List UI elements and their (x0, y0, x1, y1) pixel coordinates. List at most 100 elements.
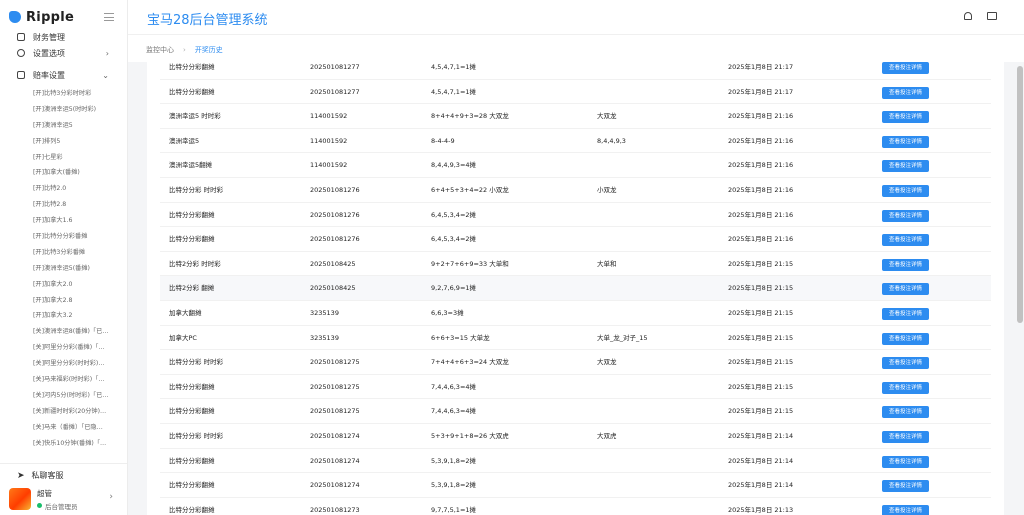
view-bet-details-button[interactable]: 查看投注详情 (882, 234, 929, 247)
game-name-cell: 澳洲幸运5 (169, 136, 200, 145)
scrollbar-thumb[interactable] (1017, 66, 1023, 323)
draw-time-cell: 2025年1月8日 21:17 (728, 87, 794, 96)
sidebar-subitem[interactable]: [开]加拿大2.8 (0, 293, 118, 309)
view-bet-details-button[interactable]: 查看投注详情 (882, 209, 929, 222)
draw-time-cell: 2025年1月8日 21:15 (728, 259, 794, 268)
sidebar-subitem[interactable]: [关]马来（番摊）「已隐… (0, 420, 118, 436)
issue-number-cell: 3235139 (310, 309, 339, 317)
sidebar-subitem[interactable]: [开]排列5 (0, 134, 118, 150)
issue-number-cell: 202501081274 (310, 432, 360, 440)
sidebar-subitem[interactable]: [关]阿里分分彩(番摊)「… (0, 340, 118, 356)
chevron-right-icon: › (105, 48, 109, 58)
view-bet-details-button[interactable]: 查看投注详情 (882, 431, 929, 443)
sidebar-subitem[interactable]: [开]加拿大(番摊) (0, 165, 118, 181)
view-bet-details-button[interactable]: 查看投注详情 (882, 504, 929, 515)
menu-collapse-icon[interactable] (104, 13, 114, 21)
sidebar-subitem[interactable]: [开]加拿大3.2 (0, 308, 118, 324)
sidebar-item-odds[interactable]: 赔率设置 ⌄ (0, 64, 127, 86)
table-row: 澳洲幸运5 时时彩 114001592 8+4+4+9+3=28 大双龙 大双龙 202… (160, 104, 991, 129)
table-row: 比特分分彩翻摊 202501081276 6,4,5,3,4=2摊 2025年1月8日… (160, 203, 991, 228)
sidebar-item-finance[interactable]: 财务管理 (0, 32, 127, 42)
draw-time-cell: 2025年1月8日 21:16 (728, 186, 794, 194)
table-row: 比特分分彩翻摊 202501081274 5,3,9,1,8=2摊 2025年1月8日… (160, 449, 991, 474)
sidebar-subitem[interactable]: [关]河内5分(时时彩)「已… (0, 388, 118, 404)
result-cell: 6+6+3=15 大单龙 (431, 333, 490, 342)
view-bet-details-button[interactable]: 查看投注详情 (882, 185, 929, 197)
view-bet-details-button[interactable]: 查看投注详情 (882, 86, 929, 99)
send-icon: ➤ (17, 470, 25, 481)
sidebar-subitem[interactable]: [开]澳洲幸运5(番摊) (0, 261, 118, 277)
page-scrollbar[interactable] (1016, 62, 1024, 515)
table-row: 比特分分彩翻摊 202501081276 6,4,5,3,4=2摊 2025年1月8日… (160, 227, 991, 252)
view-bet-details-button[interactable]: 查看投注详情 (882, 111, 929, 124)
sidebar-subitem[interactable]: [关]新疆时时彩(20分钟)… (0, 404, 118, 420)
view-bet-details-button[interactable]: 查看投注详情 (882, 135, 929, 148)
sidebar-subitem[interactable]: [开]比特2.8 (0, 197, 118, 213)
wallet-icon (17, 33, 25, 41)
result-cell: 4,5,4,7,1=1摊 (431, 63, 477, 71)
result-tag-cell: 8,4,4,9,3 (597, 136, 626, 145)
game-name-cell: 比特分分彩翻摊 (169, 210, 215, 219)
sidebar-subitem[interactable]: [开]加拿大2.0 (0, 277, 118, 293)
message-icon[interactable] (987, 12, 997, 20)
avatar (9, 488, 31, 510)
sidebar-subitem[interactable]: [关]快乐10分钟(番摊)「… (0, 436, 118, 452)
draw-time-cell: 2025年1月8日 21:17 (728, 63, 794, 71)
page-title: 宝马28后台管理系统 (147, 13, 268, 28)
result-cell: 7,4,4,6,3=4摊 (431, 407, 477, 416)
game-name-cell: 比特2分彩 时时彩 (169, 259, 221, 268)
sidebar-subitem[interactable]: [开]比特2.0 (0, 181, 118, 197)
sidebar-item-private-chat[interactable]: ➤ 私聊客服 (17, 470, 64, 481)
user-profile[interactable]: 超管 后台管理员 › (9, 486, 121, 512)
view-bet-details-button[interactable]: 查看投注详情 (882, 308, 929, 320)
draw-time-cell: 2025年1月8日 21:15 (728, 358, 794, 367)
view-bet-details-button[interactable]: 查看投注详情 (882, 160, 929, 173)
sidebar-item-label: 设置选项 (33, 48, 65, 58)
view-bet-details-button[interactable]: 查看投注详情 (882, 480, 929, 493)
top-header: 宝马28后台管理系统 (128, 0, 1024, 34)
issue-number-cell: 202501081276 (310, 210, 360, 219)
sidebar-subitem[interactable]: [开]加拿大1.6 (0, 213, 118, 229)
game-name-cell: 比特分分彩 时时彩 (169, 186, 224, 194)
view-bet-details-button[interactable]: 查看投注详情 (882, 283, 929, 296)
table-row: 比特2分彩 翻摊 20250108425 9,2,7,6,9=1摊 2025年1月8日… (160, 276, 991, 301)
sidebar-subitem[interactable]: [开]比特3分彩时时彩 (0, 86, 118, 102)
draw-time-cell: 2025年1月8日 21:16 (728, 235, 794, 244)
breadcrumb-current: 开奖历史 (194, 46, 223, 54)
sidebar-subitem[interactable]: [开]澳洲幸运5(时时彩) (0, 102, 118, 118)
view-bet-details-button[interactable]: 查看投注详情 (882, 357, 929, 370)
draw-history-table: 比特分分彩翻摊 202501081277 4,5,4,7,1=1摊 2025年1月8日… (147, 62, 1004, 515)
game-name-cell: 比特分分彩翻摊 (169, 481, 215, 490)
draw-time-cell: 2025年1月8日 21:15 (728, 382, 794, 391)
breadcrumb-bar: 监控中心 › 开奖历史 (128, 34, 1024, 62)
draw-time-cell: 2025年1月8日 21:16 (728, 210, 794, 219)
logo-text: Ripple (26, 9, 75, 25)
sidebar-item-settings[interactable]: 设置选项 › (0, 42, 127, 64)
issue-number-cell: 202501081277 (310, 63, 360, 71)
bell-icon[interactable] (964, 12, 972, 20)
sidebar-subitem[interactable]: [关]阿里分分彩(时时彩)… (0, 356, 118, 372)
view-bet-details-button[interactable]: 查看投注详情 (882, 381, 929, 394)
sidebar-subitem[interactable]: [关]澳洲幸运8(番摊)「已… (0, 324, 118, 340)
result-cell: 8+4+4+9+3=28 大双龙 (431, 112, 509, 121)
view-bet-details-button[interactable]: 查看投注详情 (882, 332, 929, 345)
view-bet-details-button[interactable]: 查看投注详情 (882, 258, 929, 271)
issue-number-cell: 202501081276 (310, 235, 360, 244)
view-bet-details-button[interactable]: 查看投注详情 (882, 62, 929, 74)
view-bet-details-button[interactable]: 查看投注详情 (882, 406, 929, 419)
draw-time-cell: 2025年1月8日 21:16 (728, 112, 794, 121)
sidebar-subitem[interactable]: [开]七星彩 (0, 150, 118, 166)
view-bet-details-button[interactable]: 查看投注详情 (882, 455, 929, 468)
sidebar-subitem[interactable]: [开]比特3分彩番摊 (0, 245, 118, 261)
breadcrumb: 监控中心 › 开奖历史 (146, 45, 223, 55)
table-row: 比特分分彩翻摊 202501081277 4,5,4,7,1=1摊 2025年1月8日… (160, 80, 991, 105)
sidebar-subitem[interactable]: [开]比特分分彩番摊 (0, 229, 118, 245)
chevron-right-icon: › (109, 492, 113, 502)
game-name-cell: 比特分分彩翻摊 (169, 505, 215, 514)
sidebar-subitem[interactable]: [关]马来福彩(时时彩)「… (0, 372, 118, 388)
sidebar-subitem[interactable]: [开]澳洲幸运5 (0, 118, 118, 134)
sidebar: Ripple 财务管理 设置选项 › 赔率设置 ⌄ [开]比特3分彩时时彩 [开]… (0, 0, 128, 515)
table-row: 比特分分彩 时时彩 202501081275 7+4+4+6+3=24 大双龙 大双龙… (160, 350, 991, 375)
table-row: 加拿大PC 3235139 6+6+3=15 大单龙 大单_龙_对子_15 2025年1… (160, 326, 991, 351)
breadcrumb-home[interactable]: 监控中心 (146, 45, 174, 55)
